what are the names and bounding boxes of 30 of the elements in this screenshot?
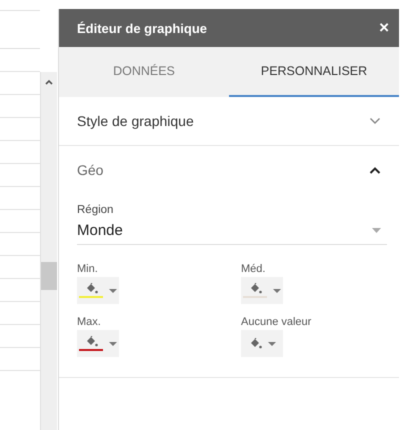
fill-color-button[interactable]: [241, 330, 283, 357]
color-label: Min.: [77, 263, 99, 275]
color-label: Max.: [77, 316, 102, 328]
paint-bucket-icon: [84, 336, 98, 347]
caret-down-icon: [109, 342, 117, 346]
paint-bucket-icon: [248, 338, 262, 349]
field-label: Région: [77, 204, 114, 216]
color-label: Méd.: [241, 263, 266, 275]
fill-color-button[interactable]: [77, 330, 119, 357]
caret-down-icon: [268, 342, 276, 346]
window-title: Éditeur de graphique: [77, 20, 208, 36]
chevron-down-icon: [369, 117, 381, 125]
color-label: Aucune valeur: [241, 316, 312, 328]
dropdown-caret-icon: [372, 228, 381, 232]
paint-bucket-icon: [248, 283, 262, 294]
scrollbar[interactable]: [40, 72, 57, 430]
paint-bucket-icon: [84, 283, 98, 294]
chevron-up-icon: [369, 166, 381, 174]
tab[interactable]: PERSONNALISER: [229, 47, 399, 97]
caret-down-icon: [273, 288, 281, 292]
caret-up-icon: [45, 79, 53, 85]
caret-down-icon: [109, 288, 117, 292]
close-button[interactable]: ×: [377, 18, 391, 38]
fill-color-button[interactable]: [241, 277, 283, 304]
section-header[interactable]: Géo: [59, 146, 399, 194]
section-header[interactable]: Style de graphique: [59, 97, 399, 145]
fill-color-button[interactable]: [77, 277, 119, 304]
region-dropdown[interactable]: Monde: [77, 216, 387, 245]
scrollbar-thumb[interactable]: [41, 262, 57, 290]
tab[interactable]: DONNÉES: [59, 47, 229, 97]
